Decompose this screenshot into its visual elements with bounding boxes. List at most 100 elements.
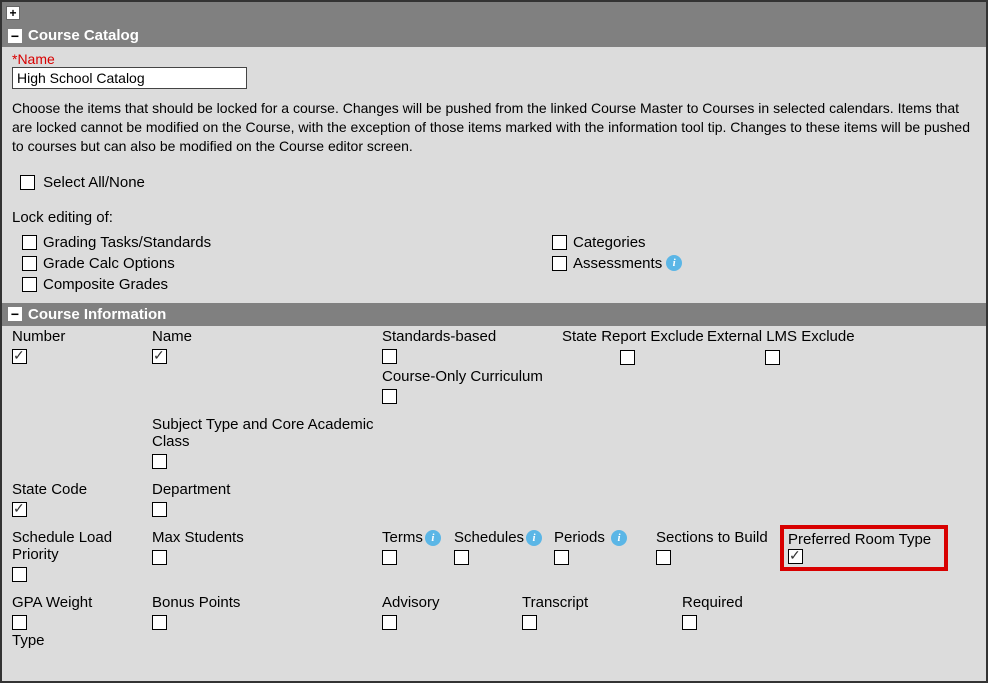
ci-extlms-checkbox[interactable] <box>765 350 780 365</box>
ci-subject-cell: Subject Type and Core Academic Class <box>152 416 382 469</box>
info-icon[interactable]: i <box>666 255 682 271</box>
ci-stateexclude-checkbox[interactable] <box>620 350 635 365</box>
expand-all-icon[interactable]: + <box>6 6 20 20</box>
lock-assessments-label: Assessments <box>573 255 662 272</box>
ci-name-cell: Name <box>152 328 382 366</box>
ci-periods-cell: Periods i <box>554 529 656 582</box>
ci-statecode-cell: State Code <box>12 481 152 517</box>
course-catalog-body: *Name Choose the items that should be lo… <box>2 47 986 303</box>
lock-editing-grid: Grading Tasks/Standards Categories Grade… <box>22 234 976 293</box>
lock-grading-label: Grading Tasks/Standards <box>43 234 211 251</box>
ci-maxstud-label: Max Students <box>152 529 382 546</box>
ci-row-2: Subject Type and Core Academic Class <box>12 416 976 469</box>
name-field-label: *Name <box>12 51 976 67</box>
ci-schedules-checkbox[interactable] <box>454 550 469 565</box>
lock-item-categories: Categories <box>552 234 976 251</box>
ci-terms-label: Termsi <box>382 529 454 546</box>
course-catalog-title: Course Catalog <box>28 27 139 44</box>
ci-periods-checkbox[interactable] <box>554 550 569 565</box>
course-information-header[interactable]: − Course Information <box>2 303 986 326</box>
ci-row-5: GPA Weight Bonus Points Advisory Transcr… <box>12 594 976 630</box>
lock-categories-label: Categories <box>573 234 646 251</box>
ci-required-checkbox[interactable] <box>682 615 697 630</box>
lock-assessments-checkbox[interactable] <box>552 256 567 271</box>
ci-stateexclude-cell: State Report Exclude <box>562 328 707 366</box>
ci-transcript-checkbox[interactable] <box>522 615 537 630</box>
ci-gpa-checkbox[interactable] <box>12 615 27 630</box>
collapse-icon[interactable]: − <box>8 307 22 321</box>
select-all-label: Select All/None <box>43 174 145 191</box>
ci-standards-label: Standards-based <box>382 328 562 345</box>
ci-prefroom-label: Preferred Room Type <box>788 531 940 548</box>
ci-bonus-label: Bonus Points <box>152 594 382 611</box>
ci-curriculum-checkbox[interactable] <box>382 389 397 404</box>
ci-row-3: State Code Department <box>12 481 976 517</box>
lock-gradecalc-checkbox[interactable] <box>22 256 37 271</box>
ci-curriculum-label: Course-Only Curriculum <box>382 368 562 385</box>
ci-advisory-cell: Advisory <box>382 594 522 630</box>
ci-terms-cell: Termsi <box>382 529 454 582</box>
ci-type-cell: Type <box>12 632 152 649</box>
ci-number-checkbox[interactable] <box>12 349 27 364</box>
ci-statecode-checkbox[interactable] <box>12 502 27 517</box>
ci-subject-checkbox[interactable] <box>152 454 167 469</box>
ci-schedload-label: Schedule Load Priority <box>12 529 152 563</box>
ci-prefroom-cell: Preferred Room Type <box>784 529 944 582</box>
catalog-name-input[interactable] <box>12 67 247 89</box>
ci-row-6: Type <box>12 632 976 649</box>
ci-statecode-label: State Code <box>12 481 152 498</box>
info-icon[interactable]: i <box>526 530 542 546</box>
ci-required-label: Required <box>682 594 802 611</box>
ci-terms-checkbox[interactable] <box>382 550 397 565</box>
lock-item-assessments: Assessments i <box>552 255 976 272</box>
ci-gpa-cell: GPA Weight <box>12 594 152 630</box>
ci-name-checkbox[interactable] <box>152 349 167 364</box>
collapse-icon[interactable]: − <box>8 29 22 43</box>
ci-row-1b: Course-Only Curriculum <box>12 368 976 404</box>
ci-curriculum-cell: Course-Only Curriculum <box>382 368 562 404</box>
ci-sections-checkbox[interactable] <box>656 550 671 565</box>
ci-number-label: Number <box>12 328 152 345</box>
info-icon[interactable]: i <box>611 530 627 546</box>
lock-item-gradecalc: Grade Calc Options <box>22 255 552 272</box>
ci-extlms-cell: External LMS Exclude <box>707 328 882 366</box>
ci-prefroom-checkbox[interactable] <box>788 549 803 564</box>
ci-name-label: Name <box>152 328 382 345</box>
catalog-description: Choose the items that should be locked f… <box>12 99 976 156</box>
info-icon[interactable]: i <box>425 530 441 546</box>
ci-advisory-label: Advisory <box>382 594 522 611</box>
ci-schedules-label: Schedulesi <box>454 529 554 546</box>
ci-sections-cell: Sections to Build <box>656 529 784 582</box>
ci-maxstud-cell: Max Students <box>152 529 382 582</box>
lock-composite-label: Composite Grades <box>43 276 168 293</box>
ci-row-1: Number Name Standards-based State Report… <box>12 328 976 366</box>
ci-required-cell: Required <box>682 594 802 630</box>
select-all-checkbox[interactable] <box>20 175 35 190</box>
ci-subject-label: Subject Type and Core Academic Class <box>152 416 382 450</box>
course-information-title: Course Information <box>28 306 166 323</box>
ci-number-cell: Number <box>12 328 152 366</box>
ci-department-checkbox[interactable] <box>152 502 167 517</box>
ci-maxstud-checkbox[interactable] <box>152 550 167 565</box>
lock-composite-checkbox[interactable] <box>22 277 37 292</box>
ci-schedload-checkbox[interactable] <box>12 567 27 582</box>
ci-stateexclude-label: State Report Exclude <box>562 328 707 345</box>
ci-bonus-checkbox[interactable] <box>152 615 167 630</box>
top-toolbar: + <box>2 2 986 24</box>
ci-transcript-cell: Transcript <box>522 594 682 630</box>
ci-schedules-cell: Schedulesi <box>454 529 554 582</box>
ci-standards-checkbox[interactable] <box>382 349 397 364</box>
ci-extlms-label: External LMS Exclude <box>707 328 882 345</box>
lock-categories-checkbox[interactable] <box>552 235 567 250</box>
ci-periods-label: Periods i <box>554 529 656 546</box>
lock-gradecalc-label: Grade Calc Options <box>43 255 175 272</box>
course-information-body: Number Name Standards-based State Report… <box>2 326 986 661</box>
lock-grading-checkbox[interactable] <box>22 235 37 250</box>
lock-item-grading: Grading Tasks/Standards <box>22 234 552 251</box>
ci-row-4: Schedule Load Priority Max Students Term… <box>12 529 976 582</box>
ci-department-cell: Department <box>152 481 382 517</box>
ci-schedload-cell: Schedule Load Priority <box>12 529 152 582</box>
course-catalog-header[interactable]: − Course Catalog <box>2 24 986 47</box>
lock-item-composite: Composite Grades <box>22 276 552 293</box>
ci-advisory-checkbox[interactable] <box>382 615 397 630</box>
